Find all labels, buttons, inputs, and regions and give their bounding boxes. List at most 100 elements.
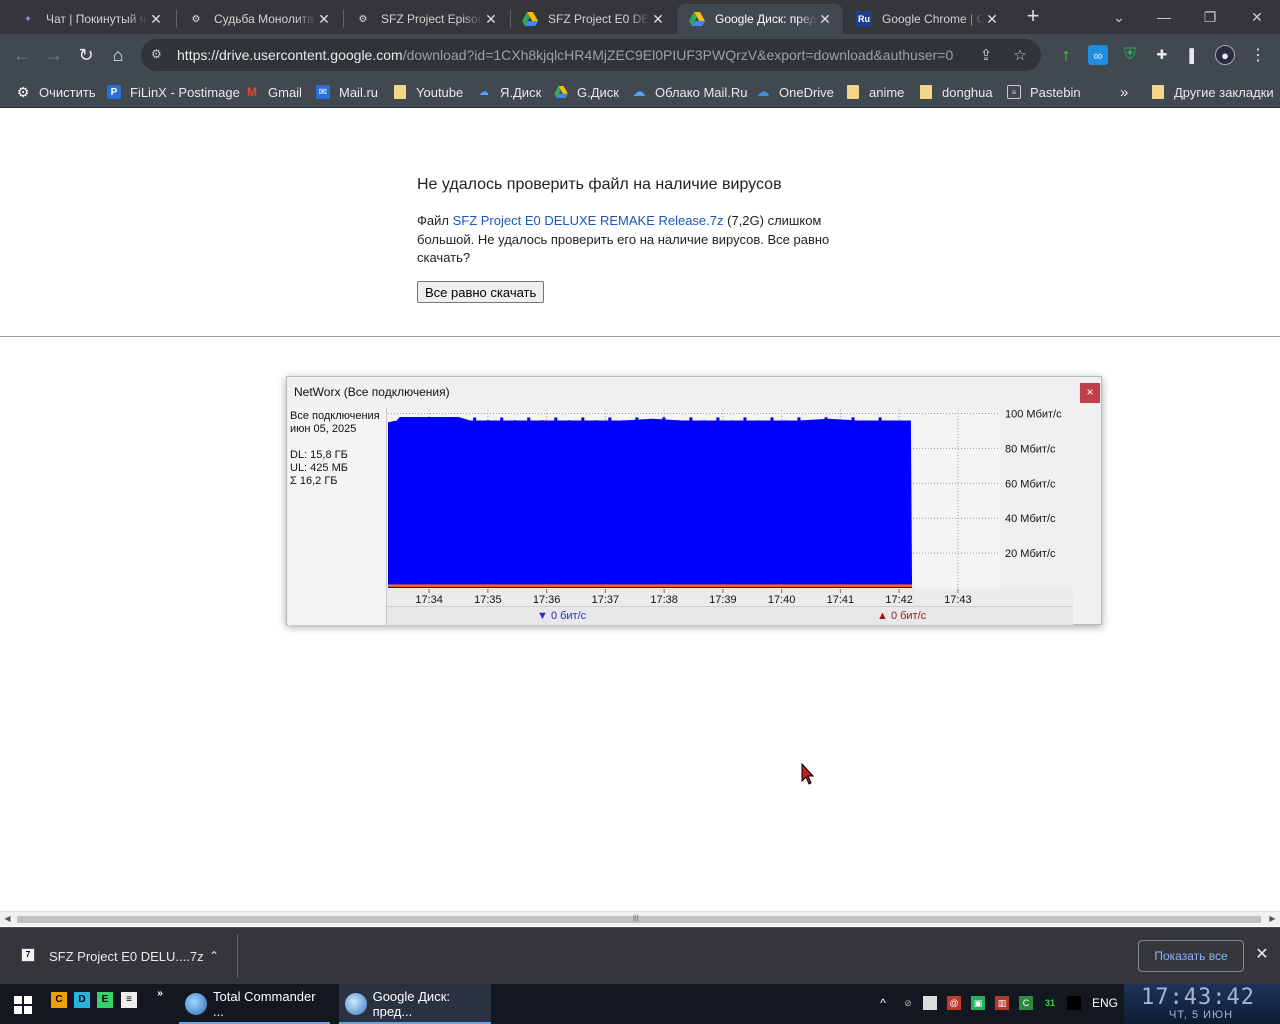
quicklaunch-overflow-icon[interactable]: » xyxy=(152,986,168,1002)
bookmark-clear[interactable]: ⚙ Очистить xyxy=(16,82,96,102)
y-tick-label: 40 Мбит/с xyxy=(1005,513,1056,525)
green-arrow-extension-icon[interactable]: ↑ xyxy=(1056,45,1076,65)
restore-button[interactable]: ❐ xyxy=(1187,0,1233,34)
folder-icon xyxy=(1151,85,1165,99)
tray-white-icon[interactable] xyxy=(923,996,937,1010)
tray-red-icon[interactable]: @ xyxy=(947,996,961,1010)
tray-paperclip-icon[interactable]: ⊘ xyxy=(901,996,915,1010)
quicklaunch-d-icon[interactable]: D xyxy=(74,992,90,1008)
folder-icon xyxy=(919,85,933,99)
bookmark-youtube[interactable]: Youtube xyxy=(393,82,463,102)
taskbar-total-commander[interactable]: Total Commander ... xyxy=(179,984,330,1024)
minimize-button[interactable]: — xyxy=(1141,0,1187,34)
show-all-downloads-button[interactable]: Показать все xyxy=(1138,940,1244,972)
tab-search-icon[interactable]: ⌄ xyxy=(1096,0,1142,34)
clock[interactable]: 17:43:42 ЧТ, 5 ИЮН xyxy=(1124,984,1280,1024)
tab-teams-chat[interactable]: ✦ Чат | Покинутый чат ✕ xyxy=(8,4,174,34)
profile-avatar[interactable]: ● xyxy=(1215,45,1235,65)
tray-c-icon[interactable]: C xyxy=(1019,996,1033,1010)
bookmark-donghua[interactable]: donghua xyxy=(919,82,993,102)
quicklaunch-c-icon[interactable]: C xyxy=(51,992,67,1008)
bookmark-anime[interactable]: anime xyxy=(846,82,904,102)
url-text[interactable]: https://drive.usercontent.google.com/dow… xyxy=(177,47,953,63)
scroll-left-icon[interactable]: ◀ xyxy=(0,914,15,923)
dl-spike xyxy=(567,420,571,422)
horizontal-scrollbar[interactable]: ◀ ||| ▶ xyxy=(0,911,1280,926)
tray-network-icon[interactable]: ▥ xyxy=(995,996,1009,1010)
dl-spike xyxy=(648,420,652,422)
quicklaunch-e-icon[interactable]: E xyxy=(97,992,113,1008)
quicklaunch-document-icon[interactable]: ≡ xyxy=(121,992,137,1008)
tab-sfz-deluxe[interactable]: SFZ Project E0 DELUXE ✕ xyxy=(510,4,676,34)
bookmark-star-icon[interactable]: ☆ xyxy=(1011,46,1029,64)
link-extension-icon[interactable]: ∞ xyxy=(1088,45,1108,65)
tray-green-icon[interactable]: ▣ xyxy=(971,996,985,1010)
tab-google-drive-warning[interactable]: Google Диск: предупреждение ✕ xyxy=(677,4,843,34)
new-tab-button[interactable]: + xyxy=(1022,5,1044,28)
y-tick-label: 60 Мбит/с xyxy=(1005,478,1056,490)
download-item[interactable]: 7 SFZ Project E0 DELU....7z ⌃ xyxy=(0,928,236,985)
chevron-up-icon[interactable]: ⌃ xyxy=(204,946,224,966)
x-tick-label: 17:36 xyxy=(533,594,561,606)
address-bar[interactable]: ⚙ https://drive.usercontent.google.com/d… xyxy=(141,39,1041,71)
reload-icon[interactable]: ↻ xyxy=(73,42,99,68)
total-commander-icon xyxy=(185,993,207,1015)
scrollbar-thumb[interactable] xyxy=(17,916,1261,923)
tray-calendar-icon[interactable]: 31 xyxy=(1043,996,1057,1010)
taskbar-google-drive[interactable]: Google Диск: пред... xyxy=(339,984,491,1024)
close-tab-icon[interactable]: ✕ xyxy=(483,11,499,28)
tray-chevron-up-icon[interactable]: ^ xyxy=(876,996,890,1010)
download-shelf: 7 SFZ Project E0 DELU....7z ⌃ Показать в… xyxy=(0,927,1280,984)
onedrive-icon: ☁ xyxy=(756,84,770,99)
bookmark-yandex-disk[interactable]: ☁ Я.Диск xyxy=(477,82,541,102)
x-tick-label: 17:43 xyxy=(944,594,972,606)
scroll-right-icon[interactable]: ▶ xyxy=(1265,914,1280,923)
google-drive-icon xyxy=(554,85,568,99)
bookmark-pastebin[interactable]: ≡ Pastebin xyxy=(1007,82,1081,102)
dl-spike xyxy=(432,420,436,422)
taskbar: C D E ≡ » Total Commander ... Google Дис… xyxy=(0,984,1280,1024)
close-tab-icon[interactable]: ✕ xyxy=(148,11,164,28)
close-tab-icon[interactable]: ✕ xyxy=(817,11,833,28)
close-tab-icon[interactable]: ✕ xyxy=(984,11,1000,28)
download-filename: SFZ Project E0 DELU....7z xyxy=(49,949,204,964)
bookmark-google-drive[interactable]: G.Диск xyxy=(554,82,619,102)
tab-sfz-episode[interactable]: ⚙ SFZ Project Episode ✕ xyxy=(343,4,509,34)
download-anyway-button[interactable]: Все равно скачать xyxy=(417,281,545,303)
dl-spike xyxy=(797,417,801,422)
close-window-button[interactable]: ✕ xyxy=(1234,0,1280,34)
tab-fate-monolith[interactable]: ⚙ Судьба Монолита ✕ xyxy=(176,4,342,34)
bookmark-gmail[interactable]: M Gmail xyxy=(245,82,302,102)
close-shelf-icon[interactable]: ✕ xyxy=(1252,945,1272,965)
close-tab-icon[interactable]: ✕ xyxy=(316,11,332,28)
bookmark-mailru[interactable]: ✉ Mail.ru xyxy=(316,82,378,102)
bookmarks-overflow-chevron-icon[interactable]: » xyxy=(1120,82,1128,102)
dl-spike xyxy=(486,420,490,422)
dl-spike xyxy=(662,417,666,422)
extensions-puzzle-icon[interactable]: ✚ xyxy=(1152,45,1172,65)
windows-start-icon[interactable] xyxy=(14,996,32,1014)
forward-icon[interactable]: → xyxy=(41,42,67,68)
bookmark-cloud-mailru[interactable]: ☁ Облако Mail.Ru xyxy=(632,82,748,102)
bookmark-onedrive[interactable]: ☁ OneDrive xyxy=(756,82,834,102)
tab-strip: ✦ Чат | Покинутый чат ✕ ⚙ Судьба Монолит… xyxy=(0,0,1280,34)
share-icon[interactable]: ⇪ xyxy=(977,46,995,64)
site-info-icon[interactable]: ⚙ xyxy=(151,47,167,63)
close-tab-icon[interactable]: ✕ xyxy=(650,11,666,28)
home-icon[interactable]: ⌂ xyxy=(105,42,131,68)
connection-label: Все подключения xyxy=(290,410,380,422)
back-icon[interactable]: ← xyxy=(9,42,35,68)
tray-black-icon[interactable] xyxy=(1067,996,1081,1010)
tab-google-chrome[interactable]: Ru Google Chrome | Chrome ✕ xyxy=(844,4,1010,34)
networx-close-button[interactable]: × xyxy=(1080,383,1100,403)
language-indicator[interactable]: ENG xyxy=(1092,996,1118,1010)
menu-icon[interactable]: ⋮ xyxy=(1248,45,1268,65)
file-link[interactable]: SFZ Project E0 DELUXE REMAKE Release.7z xyxy=(453,213,724,228)
dl-spike xyxy=(594,420,598,422)
shield-extension-icon[interactable]: ⛨ xyxy=(1120,45,1140,65)
dl-spike xyxy=(878,417,882,422)
bookmark-postimage[interactable]: P FiLinX - Postimage xyxy=(107,82,240,102)
bookmark-other-bookmarks[interactable]: Другие закладки xyxy=(1151,82,1274,102)
side-panel-icon[interactable]: ▌ xyxy=(1184,45,1204,65)
networx-info-panel: Все подключения июн 05, 2025 DL: 15,8 ГБ… xyxy=(288,407,387,625)
